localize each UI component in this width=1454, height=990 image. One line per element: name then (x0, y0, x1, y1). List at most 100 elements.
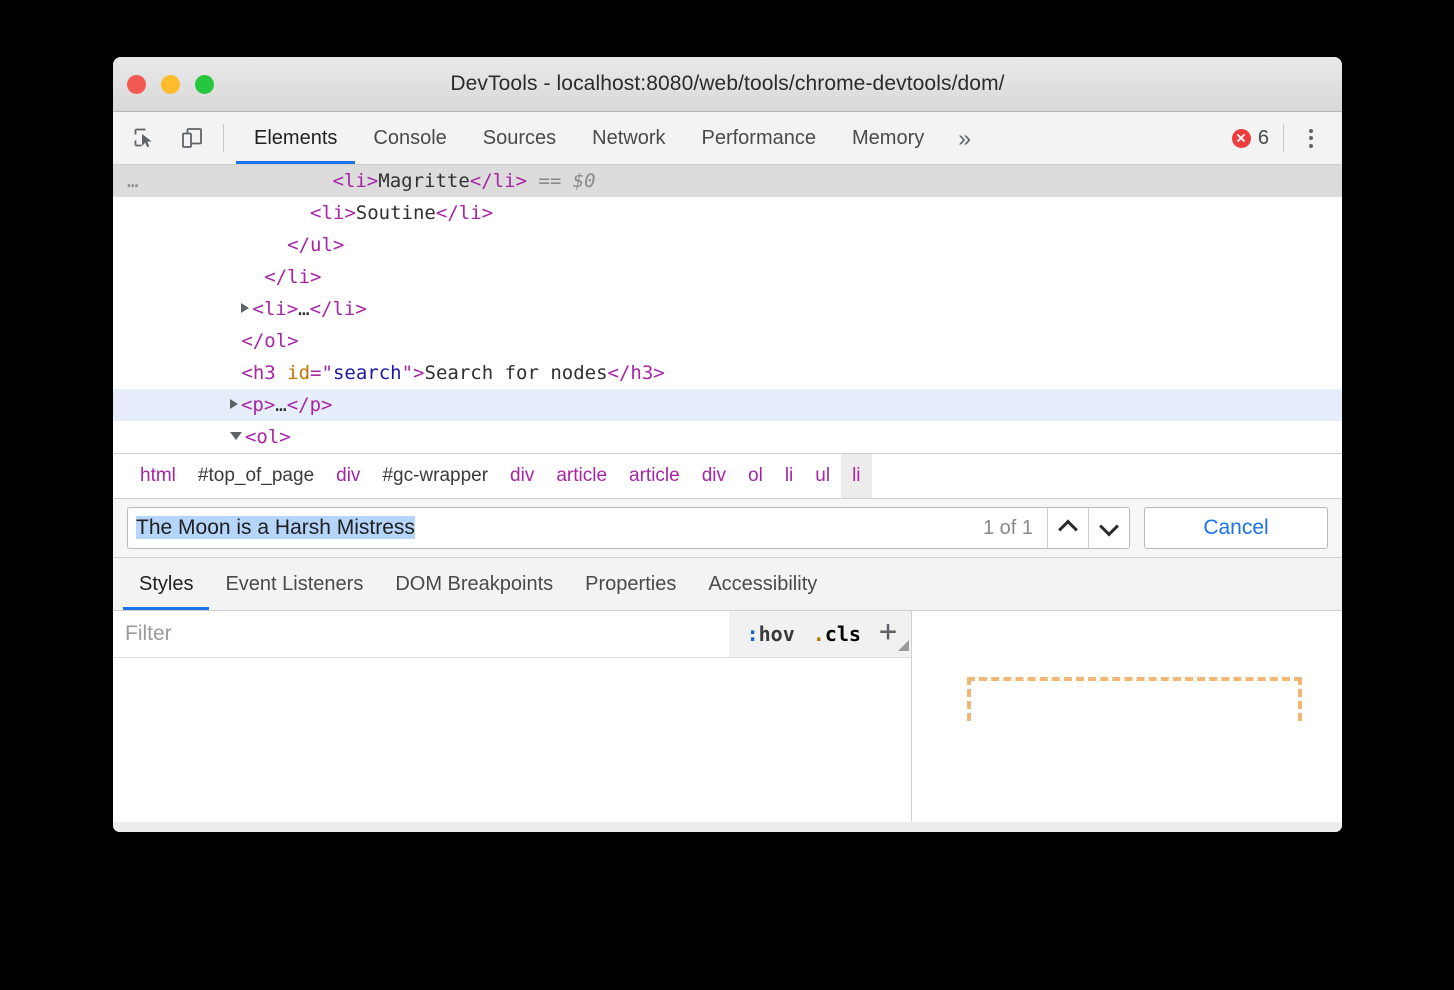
dom-tree-row[interactable]: <li>…</li> (113, 293, 1342, 325)
window-title: DevTools - localhost:8080/web/tools/chro… (113, 72, 1342, 96)
tab-console[interactable]: Console (355, 112, 464, 164)
dom-quote: " (402, 362, 413, 384)
minimize-window-button[interactable] (161, 75, 180, 94)
kebab-dot-icon (1309, 129, 1313, 133)
tab-event-listeners[interactable]: Event Listeners (209, 558, 379, 610)
device-toolbar-icon (180, 126, 204, 150)
dom-tree-row[interactable]: <ol> (113, 421, 1342, 453)
cls-label: cls (825, 622, 861, 646)
indent (149, 170, 332, 192)
search-cancel-button[interactable]: Cancel (1144, 507, 1328, 549)
scroll-ellipsis[interactable]: … (127, 170, 139, 192)
kebab-dot-icon (1309, 144, 1313, 148)
breadcrumb-item-html[interactable]: html (129, 454, 187, 498)
indent (127, 266, 264, 288)
breadcrumb: html #top_of_page div #gc-wrapper div ar… (113, 453, 1342, 499)
devtools-window: DevTools - localhost:8080/web/tools/chro… (113, 57, 1342, 832)
indent (127, 330, 241, 352)
breadcrumb-item-div[interactable]: div (691, 454, 737, 498)
search-input-value: The Moon is a Harsh Mistress (136, 516, 415, 539)
toolbar-divider-right (1283, 124, 1284, 152)
close-window-button[interactable] (127, 75, 146, 94)
inspect-element-button[interactable] (127, 121, 161, 155)
device-toolbar-button[interactable] (175, 121, 209, 155)
breadcrumb-item-gc-wrapper[interactable]: #gc-wrapper (371, 454, 499, 498)
computed-box-model-column (912, 611, 1342, 832)
styles-filter-input[interactable]: Filter (113, 611, 729, 657)
expand-triangle-icon[interactable] (230, 399, 238, 409)
tab-sources[interactable]: Sources (465, 112, 574, 164)
breadcrumb-item-li[interactable]: li (774, 454, 804, 498)
error-count-badge[interactable]: 6 (1232, 127, 1283, 150)
dom-tree-row[interactable]: … <li>Magritte</li> == $0 (113, 165, 1342, 197)
collapse-triangle-icon[interactable] (230, 432, 242, 440)
search-match-count: 1 of 1 (969, 517, 1047, 540)
breadcrumb-item-top-of-page[interactable]: #top_of_page (187, 454, 325, 498)
styles-filter-row: Filter :hov .cls + (113, 611, 911, 658)
dom-tree-row[interactable]: </ol> (113, 325, 1342, 357)
main-menu-button[interactable] (1292, 119, 1330, 157)
tab-performance[interactable]: Performance (684, 112, 835, 164)
dom-tag: <h3 (241, 362, 287, 384)
dom-tag: <li> (332, 170, 378, 192)
toolbar-icon-group (113, 112, 209, 164)
dom-tag-close: </li> (264, 266, 321, 288)
error-circle-icon (1232, 129, 1251, 148)
box-model-margin-box[interactable] (967, 677, 1302, 721)
dom-tag-close: </ol> (241, 330, 298, 352)
dom-tag-close: </li> (310, 298, 367, 320)
panel-tabs: Elements Console Sources Network Perform… (236, 112, 987, 164)
dom-tree-row[interactable]: <h3 id="search">Search for nodes</h3> (113, 357, 1342, 389)
dom-equals: = (310, 362, 321, 384)
indent (127, 298, 241, 320)
dom-tag-close: </ul> (287, 234, 344, 256)
zoom-window-button[interactable] (195, 75, 214, 94)
dom-attribute-value[interactable]: search (333, 362, 402, 384)
dom-tree-row[interactable]: <li>Soutine</li> (113, 197, 1342, 229)
search-prev-button[interactable] (1047, 508, 1088, 548)
chevron-down-icon (1099, 517, 1119, 537)
more-tabs-chevron-icon[interactable]: » (942, 112, 987, 164)
tab-elements[interactable]: Elements (236, 112, 355, 164)
search-next-button[interactable] (1088, 508, 1129, 548)
indent (127, 426, 230, 448)
tab-dom-breakpoints[interactable]: DOM Breakpoints (379, 558, 569, 610)
tab-properties[interactable]: Properties (569, 558, 692, 610)
dom-tree-row[interactable]: </ul> (113, 229, 1342, 261)
breadcrumb-item-ol[interactable]: ol (737, 454, 774, 498)
new-style-rule-button[interactable]: + (879, 617, 897, 651)
dom-tag-close: </p> (287, 394, 333, 416)
pane-resize-handle[interactable] (898, 640, 909, 651)
dom-tree-row[interactable]: </li> (113, 261, 1342, 293)
breadcrumb-item-div[interactable]: div (499, 454, 545, 498)
breadcrumb-item-div[interactable]: div (325, 454, 371, 498)
tab-network[interactable]: Network (574, 112, 683, 164)
toolbar-divider (223, 124, 224, 152)
hov-colon: : (747, 622, 759, 646)
dom-search-bar: The Moon is a Harsh Mistress 1 of 1 Canc… (113, 499, 1342, 558)
dom-quote: " (322, 362, 333, 384)
breadcrumb-item-ul[interactable]: ul (804, 454, 841, 498)
dom-attribute-name[interactable]: id (287, 362, 310, 384)
window-titlebar: DevTools - localhost:8080/web/tools/chro… (113, 57, 1342, 112)
indent (127, 394, 230, 416)
dom-tree[interactable]: … <li>Magritte</li> == $0 <li>Soutine</l… (113, 165, 1342, 453)
expand-triangle-icon[interactable] (241, 303, 249, 313)
toggle-element-state-button[interactable]: :hov (747, 622, 795, 646)
dom-tree-row[interactable]: <p>…</p> (113, 389, 1342, 421)
tab-accessibility[interactable]: Accessibility (692, 558, 833, 610)
tab-styles[interactable]: Styles (123, 558, 209, 610)
breadcrumb-item-article[interactable]: article (618, 454, 691, 498)
element-classes-button[interactable]: .cls (813, 622, 861, 646)
dom-tag-close: </h3> (608, 362, 665, 384)
traffic-lights (127, 75, 214, 94)
search-box[interactable]: The Moon is a Harsh Mistress 1 of 1 (127, 507, 1130, 549)
inspect-element-icon (132, 126, 156, 150)
search-input[interactable]: The Moon is a Harsh Mistress (128, 516, 969, 540)
dom-text: Soutine (356, 202, 436, 224)
breadcrumb-item-li-active[interactable]: li (841, 454, 871, 498)
dom-text: Magritte (378, 170, 470, 192)
toolbar-right-group: 6 (1232, 112, 1342, 164)
tab-memory[interactable]: Memory (834, 112, 942, 164)
breadcrumb-item-article[interactable]: article (545, 454, 618, 498)
